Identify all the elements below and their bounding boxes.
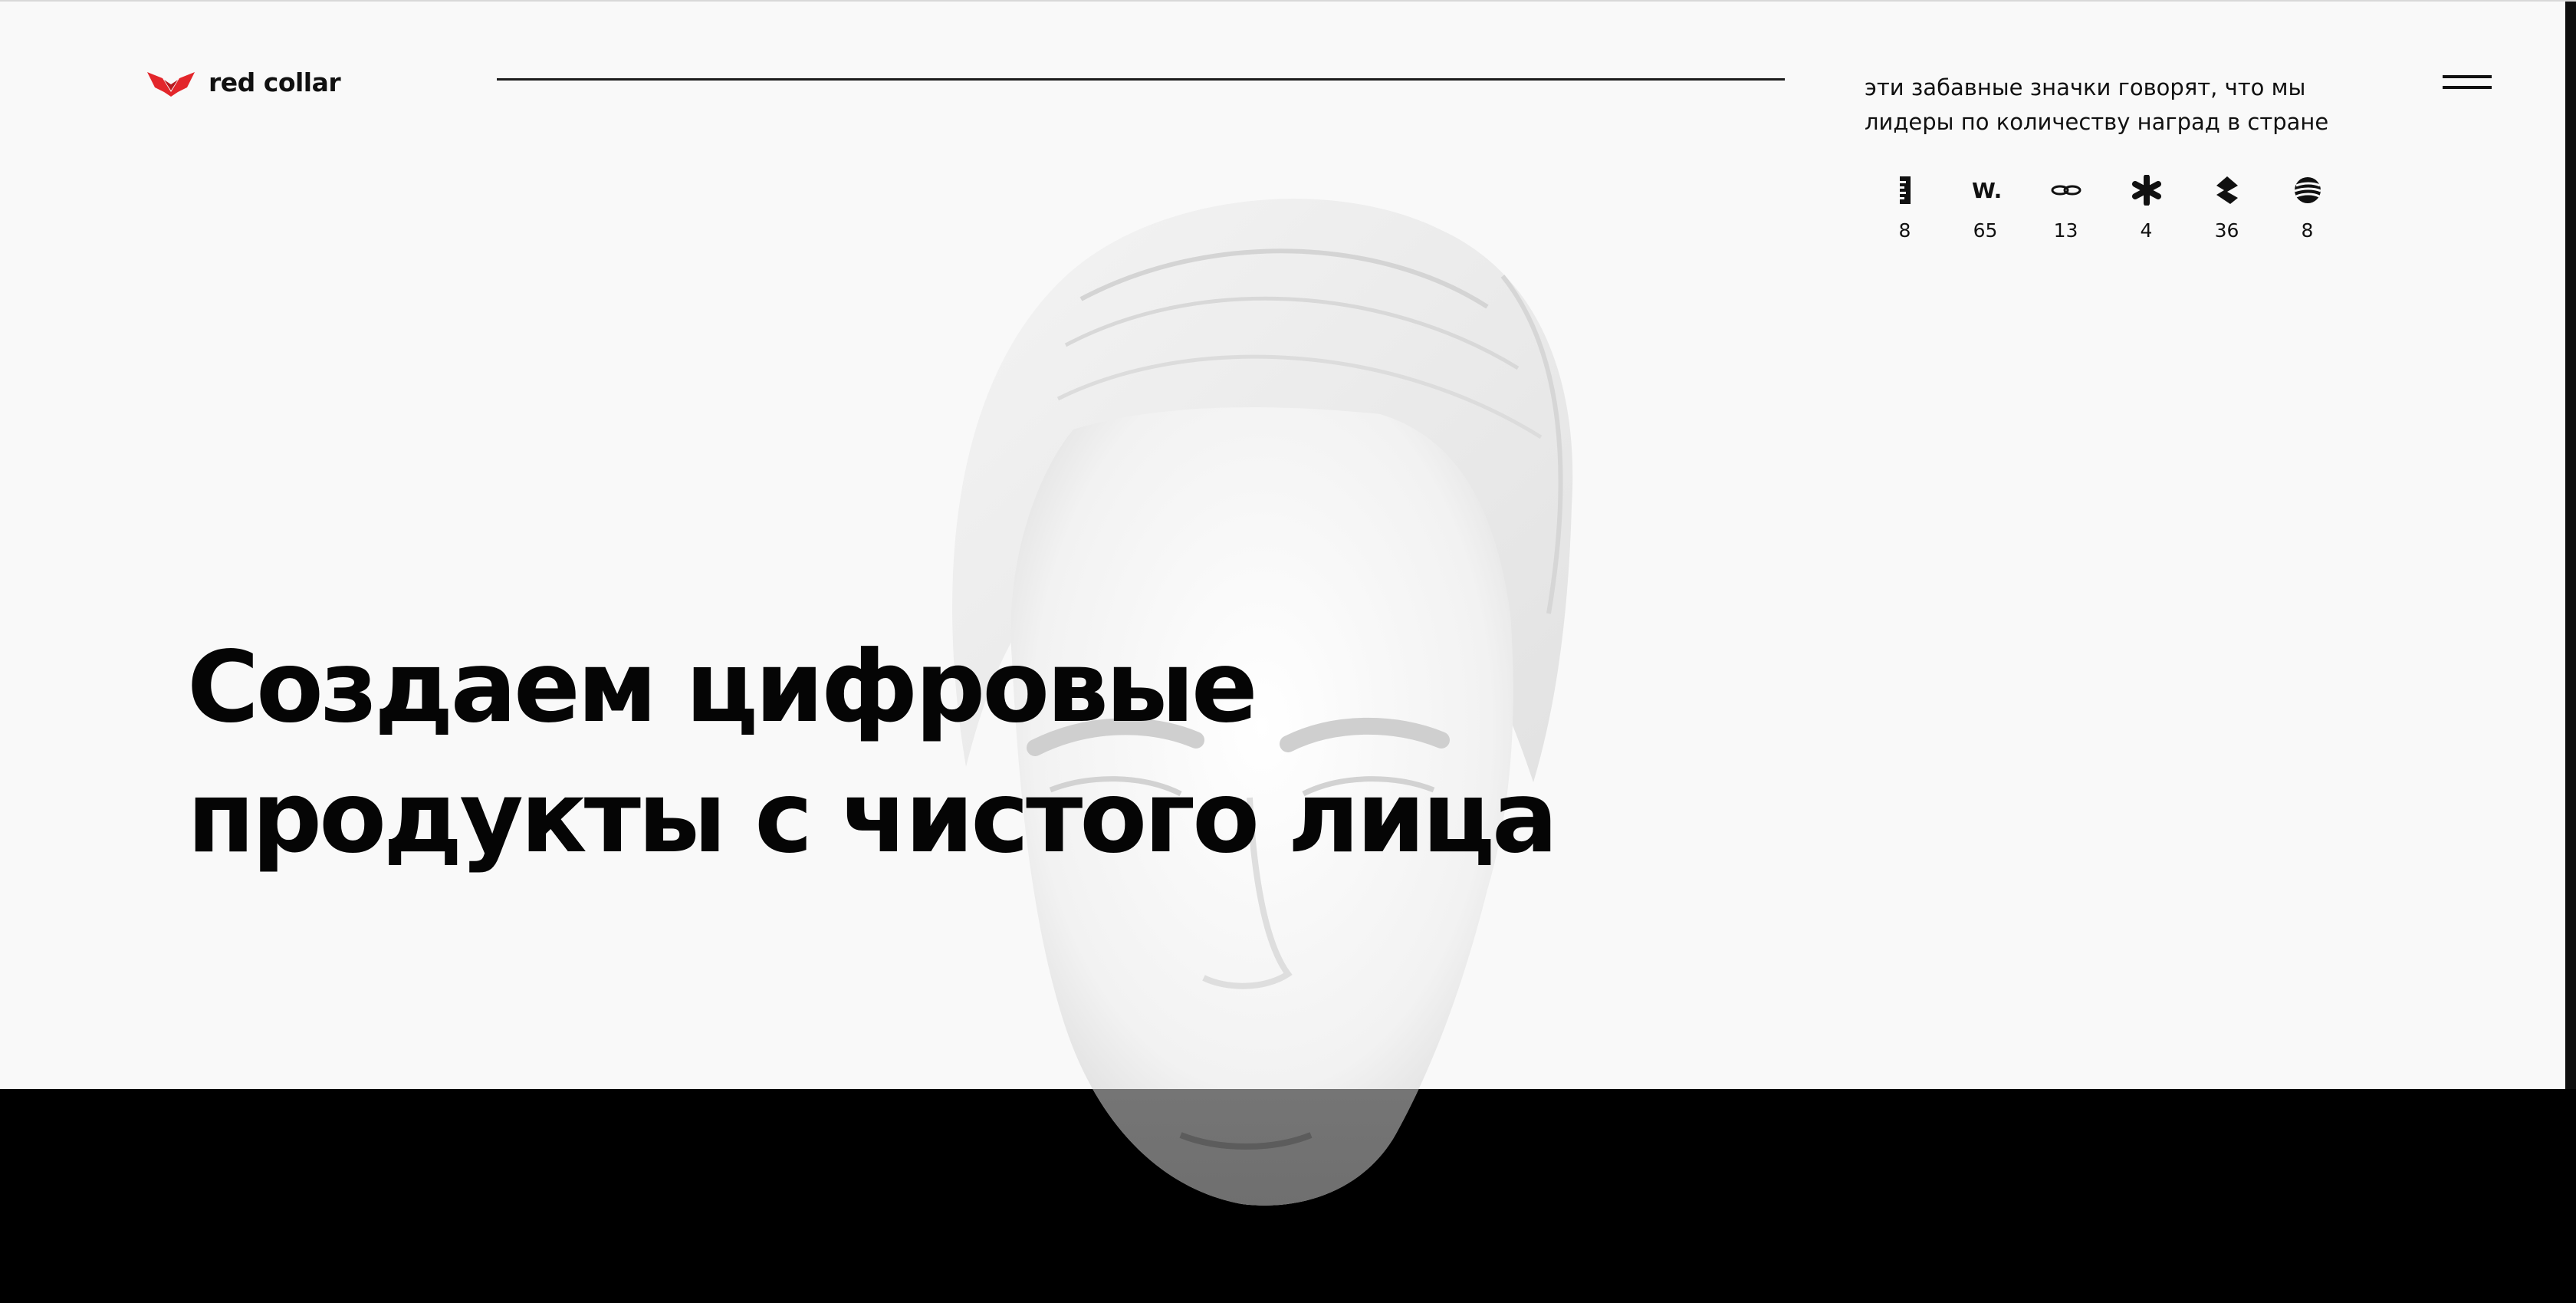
sphere-award-icon: [2288, 170, 2328, 210]
header-divider: [497, 78, 1785, 81]
award-count: 4: [2140, 219, 2153, 242]
hero-section: [0, 2, 2565, 1089]
brand-name: red collar: [209, 67, 341, 97]
dark-bottom-band: [0, 1089, 2576, 1303]
hamburger-menu-icon[interactable]: [2443, 71, 2493, 97]
headline-line: Создаем цифровые: [187, 630, 1258, 745]
chain-award-icon: [2046, 170, 2086, 210]
s-award-icon: [2207, 170, 2247, 210]
logo-link[interactable]: red collar: [147, 67, 341, 97]
award-count: 65: [1973, 219, 1998, 242]
award-item[interactable]: W. 65: [1945, 170, 2026, 242]
menu-line: [2443, 86, 2492, 89]
award-item[interactable]: 36: [2187, 170, 2267, 242]
award-count: 36: [2214, 219, 2239, 242]
scrollbar-gutter: [2565, 0, 2576, 1089]
award-item[interactable]: 13: [2026, 170, 2106, 242]
awards-list: 8 W. 65 13 4 36 8: [1865, 170, 2348, 242]
award-count: 8: [1898, 219, 1911, 242]
top-border: [0, 0, 2576, 2]
page: red collar эти забавные значки говорят, …: [0, 0, 2576, 1303]
w-award-icon: W.: [1966, 170, 2006, 210]
award-count: 13: [2053, 219, 2078, 242]
award-item[interactable]: 8: [1865, 170, 1945, 242]
collar-logo-icon: [147, 71, 195, 97]
svg-text:W.: W.: [1972, 179, 2001, 202]
award-item[interactable]: 4: [2106, 170, 2187, 242]
awards-caption-line: эти забавные значки говорят, что мы: [1865, 74, 2306, 100]
awards-caption: эти забавные значки говорят, что мы лиде…: [1865, 71, 2401, 140]
award-item[interactable]: 8: [2267, 170, 2348, 242]
awards-caption-line: лидеры по количеству наград в стране: [1865, 109, 2329, 135]
headline-line: продукты с чистого лица: [187, 761, 1558, 875]
award-count: 8: [2301, 219, 2314, 242]
hero-headline: Создаем цифровые продукты с чистого лица: [187, 623, 1558, 883]
ruler-award-icon: [1885, 170, 1925, 210]
asterisk-award-icon: [2127, 170, 2167, 210]
menu-line: [2443, 75, 2492, 78]
